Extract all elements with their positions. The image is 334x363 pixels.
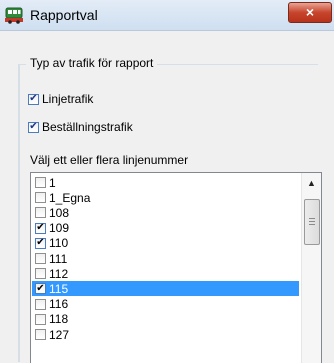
scroll-thumb[interactable] bbox=[304, 199, 320, 245]
list-item[interactable]: 127 bbox=[32, 327, 299, 342]
checkbox-bestallningstrafik[interactable]: ✔ Beställningstrafik bbox=[28, 119, 133, 135]
line-list-label: Välj ett eller flera linjenummer bbox=[30, 153, 189, 167]
list-item-checkbox[interactable] bbox=[35, 177, 46, 188]
list-item-label: 1 bbox=[49, 175, 56, 190]
close-icon: × bbox=[305, 4, 315, 20]
list-item-label: 108 bbox=[49, 205, 70, 220]
list-item-label: 1_Egna bbox=[49, 190, 91, 205]
list-item-label: 112 bbox=[49, 266, 69, 281]
list-item-checkbox[interactable] bbox=[35, 313, 46, 325]
list-item[interactable]: 108 bbox=[32, 205, 299, 220]
checkbox-label[interactable]: Beställningstrafik bbox=[42, 120, 133, 134]
list-item-label: 109 bbox=[49, 221, 70, 236]
checkbox-box[interactable]: ✔ bbox=[28, 121, 39, 133]
list-item-checkbox[interactable]: ✔ bbox=[35, 283, 46, 295]
list-item-label: 115 bbox=[49, 281, 69, 296]
traffic-type-legend: Typ av trafik för rapport bbox=[26, 56, 158, 70]
list-item-checkbox[interactable]: ✔ bbox=[35, 237, 46, 249]
checkbox-label[interactable]: Linjetrafik bbox=[42, 92, 93, 106]
list-item[interactable]: ✔ 110 bbox=[32, 236, 299, 251]
list-item-label: 118 bbox=[49, 312, 69, 327]
group-border bbox=[18, 64, 20, 362]
scroll-up-icon[interactable]: ▲ bbox=[302, 175, 321, 192]
list-item[interactable]: 1 bbox=[32, 175, 299, 190]
list-item-label: 111 bbox=[49, 251, 68, 266]
list-item[interactable]: ✔ 115 bbox=[32, 281, 299, 297]
list-item-label: 116 bbox=[49, 297, 69, 312]
list-item[interactable]: 118 bbox=[32, 312, 299, 327]
list-item-checkbox[interactable] bbox=[35, 192, 46, 204]
list-item[interactable]: ✔ 109 bbox=[32, 221, 299, 236]
list-item[interactable]: 1_Egna bbox=[32, 190, 299, 205]
list-item-label: 110 bbox=[49, 236, 69, 251]
window-title: Rapportval bbox=[30, 7, 98, 23]
line-number-list[interactable]: 1 1_Egna 108 ✔ 109 ✔ 110 111 112 ✔ 115 116 118 127 ▲ bbox=[30, 172, 322, 363]
list-item-checkbox[interactable] bbox=[35, 329, 46, 340]
list-item[interactable]: 112 bbox=[32, 266, 299, 281]
list-item[interactable]: 116 bbox=[32, 297, 299, 312]
list-item-checkbox[interactable]: ✔ bbox=[35, 222, 46, 234]
bus-app-icon bbox=[5, 7, 23, 24]
vertical-scrollbar[interactable]: ▲ bbox=[301, 173, 321, 363]
title-bar: Rapportval × bbox=[0, 0, 334, 31]
checkbox-box[interactable]: ✔ bbox=[28, 93, 39, 105]
list-item-checkbox[interactable] bbox=[35, 207, 46, 219]
list-item-label: 127 bbox=[49, 327, 70, 342]
list-item[interactable]: 111 bbox=[32, 251, 299, 266]
list-item-checkbox[interactable] bbox=[35, 298, 46, 310]
list-item-checkbox[interactable] bbox=[35, 253, 46, 264]
checkbox-linjetrafik[interactable]: ✔ Linjetrafik bbox=[28, 91, 93, 107]
list-item-checkbox[interactable] bbox=[35, 268, 46, 280]
close-button[interactable]: × bbox=[288, 2, 332, 23]
